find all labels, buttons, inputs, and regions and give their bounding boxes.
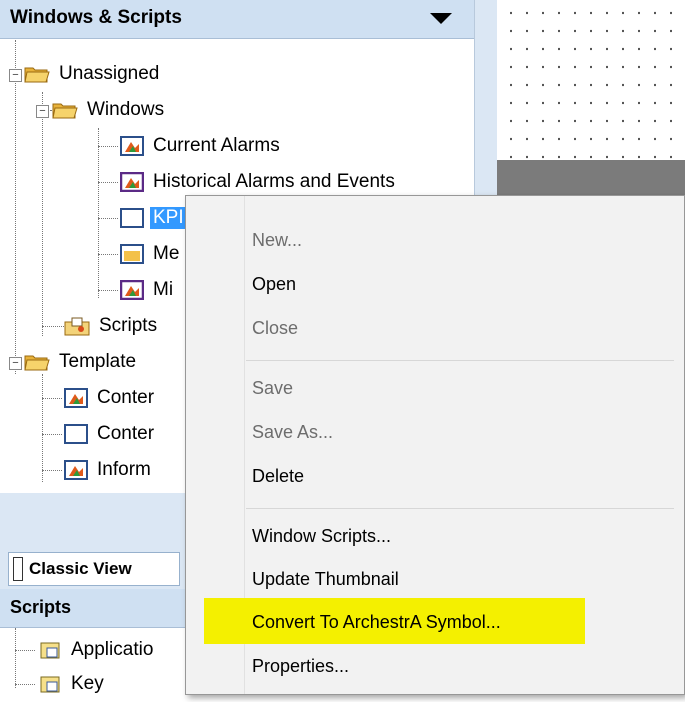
tree-node-label: Windows (87, 99, 165, 120)
tree-node-label: Inform (97, 459, 151, 480)
tree-node-label: Scripts (99, 315, 158, 336)
classic-view-label: Classic View (29, 559, 132, 578)
classic-view-tab[interactable]: Classic View (8, 552, 180, 586)
tree-node-current-alarms[interactable]: Current Alarms (120, 128, 283, 164)
script-file-icon (40, 642, 60, 659)
tree-node-label: Key (71, 673, 104, 694)
menu-item-update-thumbnail[interactable]: Update Thumbnail (252, 569, 399, 590)
tree-node-conter-1[interactable]: Conter (64, 380, 157, 416)
context-menu: New... Open Close Save Save As... Delete… (185, 195, 685, 695)
window-blank-icon (120, 208, 144, 228)
tree-node-label: Conter (97, 387, 155, 408)
window-graphic-icon (120, 136, 144, 156)
collapse-toggle[interactable]: − (9, 69, 22, 82)
tree-node-me[interactable]: Me (120, 236, 182, 272)
tree-node-label: Unassigned (59, 63, 160, 84)
tree-node-label: Mi (153, 279, 174, 300)
folder-open-icon (52, 103, 78, 119)
menu-item-open[interactable]: Open (252, 274, 296, 295)
scripts-item-application[interactable]: Applicatio (38, 632, 156, 668)
tree-node-unassigned[interactable]: Unassigned (24, 56, 162, 92)
tree-node-windows[interactable]: Windows (52, 92, 167, 128)
tree-node-label: Current Alarms (153, 135, 280, 156)
menu-item-new[interactable]: New... (252, 230, 302, 251)
tree-node-label: Historical Alarms and Events (153, 171, 395, 192)
menu-separator (246, 360, 674, 361)
menu-item-save[interactable]: Save (252, 378, 293, 399)
menu-separator (246, 508, 674, 509)
collapse-toggle[interactable]: − (9, 357, 22, 370)
tree-node-inform[interactable]: Inform (64, 452, 154, 488)
window-graphic-icon (120, 280, 144, 300)
scripts-title: Scripts (10, 597, 72, 617)
windows-scripts-title: Windows & Scripts (10, 7, 182, 28)
menu-item-delete[interactable]: Delete (252, 466, 304, 487)
design-canvas[interactable] (497, 0, 685, 160)
menu-item-convert-to-archestra-symbol[interactable]: Convert To ArchestrA Symbol... (252, 612, 501, 633)
windows-scripts-header[interactable]: Windows & Scripts (0, 0, 474, 39)
tree-node-label: Conter (97, 423, 155, 444)
tree-node-template[interactable]: Template (24, 344, 139, 380)
menu-item-properties[interactable]: Properties... (252, 656, 349, 677)
menu-item-save-as[interactable]: Save As... (252, 422, 333, 443)
menu-item-close[interactable]: Close (252, 318, 298, 339)
scripts-folder-icon (64, 317, 90, 336)
window-folder-icon (120, 244, 144, 264)
tree-node-conter-2[interactable]: Conter (64, 416, 157, 452)
window-graphic-icon (64, 388, 88, 408)
tree-node-scripts[interactable]: Scripts (64, 308, 160, 344)
collapse-toggle[interactable]: − (36, 105, 49, 118)
tree-node-label: Me (153, 243, 180, 264)
tree-node-label: Template (59, 351, 137, 372)
window-graphic-icon (64, 460, 88, 480)
folder-open-icon (24, 67, 50, 83)
dropdown-arrow-icon[interactable] (430, 13, 452, 25)
tree-node-label: KPI (150, 207, 187, 229)
folder-open-icon (24, 355, 50, 371)
window-graphic-icon (120, 172, 144, 192)
menu-item-window-scripts[interactable]: Window Scripts... (252, 526, 391, 547)
script-file-icon (40, 676, 60, 693)
scripts-item-key[interactable]: Key (38, 666, 107, 702)
tree-node-kpi[interactable]: KPI (120, 200, 187, 236)
classic-view-icon (13, 557, 23, 581)
tree-node-label: Applicatio (71, 639, 154, 660)
window-blank-icon (64, 424, 88, 444)
tree-node-mi[interactable]: Mi (120, 272, 176, 308)
